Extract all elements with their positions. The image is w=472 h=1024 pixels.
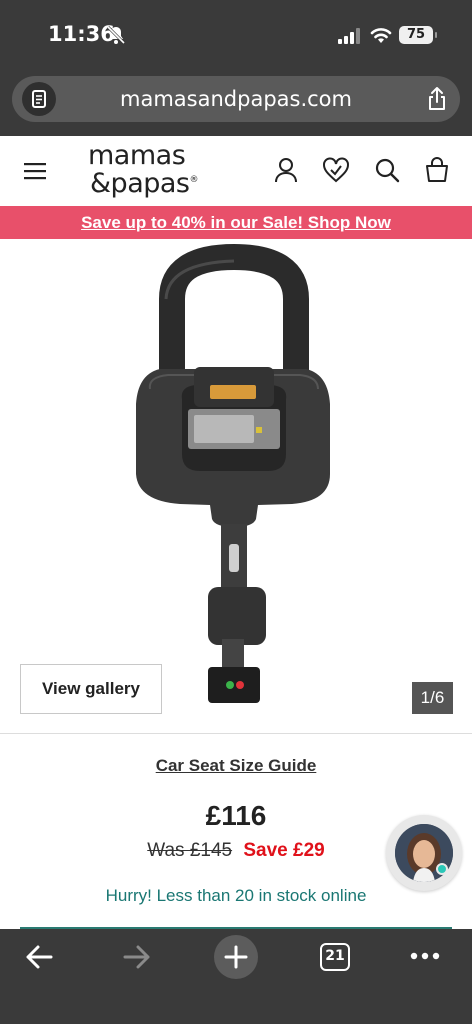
back-icon[interactable]: [24, 943, 54, 971]
divider: [0, 733, 472, 734]
stock-message: Hurry! Less than 20 in stock online: [105, 886, 367, 905]
battery-indicator: 75: [399, 26, 437, 44]
logo-registered-mark: ®: [189, 175, 199, 185]
car-seat-base-image: [136, 244, 330, 703]
wifi-icon: [370, 28, 392, 43]
promo-banner[interactable]: Save up to 40% in our Sale! Shop Now: [0, 206, 472, 239]
address-bar[interactable]: mamasandpapas.com: [12, 76, 460, 122]
url-text[interactable]: mamasandpapas.com: [12, 76, 460, 122]
status-bar: 11:36 75: [0, 0, 472, 70]
wishlist-icon[interactable]: [322, 157, 350, 183]
save-amount: Save £29: [243, 840, 325, 861]
bag-icon[interactable]: [425, 157, 449, 183]
size-guide-link[interactable]: Car Seat Size Guide: [0, 756, 472, 776]
web-page: mamas &papas® Save up to 40% in our Sale…: [0, 136, 472, 929]
site-header: mamas &papas®: [0, 136, 472, 206]
chat-widget-button[interactable]: [386, 815, 462, 891]
more-icon[interactable]: [410, 951, 440, 961]
was-price: Was £145: [147, 840, 233, 861]
menu-icon[interactable]: [24, 162, 46, 180]
account-icon[interactable]: [274, 157, 298, 183]
promo-link[interactable]: Save up to 40% in our Sale! Shop Now: [81, 213, 391, 232]
status-time: 11:36: [48, 22, 115, 46]
logo-line-1: mamas: [88, 140, 186, 171]
logo-line-2: &papas®: [88, 168, 218, 199]
online-status-dot: [436, 863, 448, 875]
mamas-papas-logo[interactable]: mamas &papas®: [88, 140, 218, 200]
new-tab-icon: [224, 945, 248, 969]
forward-icon[interactable]: [122, 943, 152, 971]
search-icon[interactable]: [374, 157, 400, 183]
share-icon[interactable]: [426, 86, 448, 112]
product-image[interactable]: [0, 239, 472, 734]
image-counter: 1/6: [412, 682, 453, 714]
tabs-icon[interactable]: 21: [320, 943, 350, 971]
cellular-signal-icon: [338, 28, 360, 44]
browser-toolbar: 21: [0, 929, 472, 1024]
logo-line-2-text: &papas: [90, 168, 190, 199]
view-gallery-button[interactable]: View gallery: [20, 664, 162, 714]
new-tab-button[interactable]: [214, 935, 258, 979]
silent-bell-icon: [106, 25, 126, 45]
